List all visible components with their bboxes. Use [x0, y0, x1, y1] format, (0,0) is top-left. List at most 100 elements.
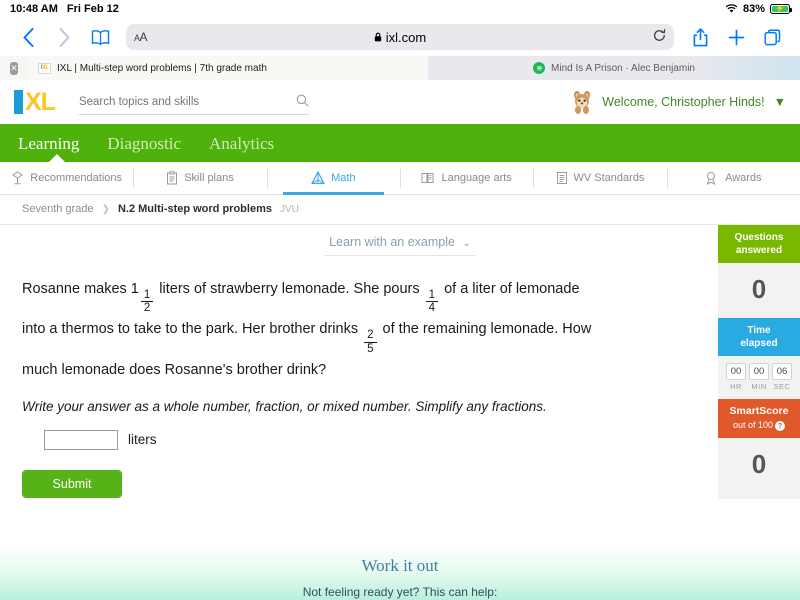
user-menu[interactable]: Welcome, Christopher Hinds! ▼ — [571, 90, 786, 114]
tab-wv-standards[interactable]: WV Standards — [533, 162, 666, 195]
tab-label: Language arts — [441, 172, 512, 184]
browser-tab-strip: ✕ I XL IXL | Multi-step word problems | 7… — [0, 56, 800, 80]
nav-item-analytics[interactable]: Analytics — [209, 134, 274, 162]
address-bar[interactable]: AA ixl.com — [126, 24, 674, 50]
tabs-overview-button[interactable] — [754, 22, 790, 52]
tab-awards[interactable]: Awards — [666, 162, 800, 195]
clipboard-icon — [167, 171, 178, 185]
questions-answered-value: 0 — [751, 274, 767, 304]
url-display: ixl.com — [126, 30, 674, 45]
new-tab-button[interactable] — [718, 22, 754, 52]
nav-item-diagnostic[interactable]: Diagnostic — [107, 134, 181, 162]
tab-label: Recommendations — [30, 172, 123, 184]
timer-minutes: 00 — [749, 363, 769, 380]
answer-row: liters — [0, 414, 800, 450]
learn-with-example-button[interactable]: Learn with an example ⌄ — [0, 225, 800, 256]
tab-label: Awards — [725, 172, 762, 184]
browser-tab-title: Mind Is A Prison · Alec Benjamin — [551, 62, 695, 74]
timer-seconds: 06 — [772, 363, 792, 380]
breadcrumb-skill: N.2 Multi-step word problems — [117, 203, 272, 215]
smartscore-subtitle: out of 100 — [732, 420, 774, 430]
tab-label: WV Standards — [573, 172, 645, 184]
time-elapsed-title-1: Time — [747, 325, 771, 336]
work-it-out-subtitle: Not feeling ready yet? This can help: — [302, 585, 498, 599]
ixl-favicon: I XL — [38, 62, 51, 74]
status-date: Fri Feb 12 — [66, 3, 119, 15]
smartscore-header: SmartScore out of 100? — [718, 399, 800, 438]
smartscore-subtitle-row: out of 100? — [720, 419, 798, 432]
main-nav: Learning Diagnostic Analytics — [0, 124, 800, 162]
share-button[interactable] — [682, 22, 718, 52]
wifi-icon — [725, 4, 738, 13]
search-input[interactable] — [78, 95, 296, 108]
ios-status-bar: 10:48 AM Fri Feb 12 83% ⚡ — [0, 0, 800, 18]
bookmarks-button[interactable] — [82, 22, 118, 52]
fraction-one-half: 12 — [140, 289, 154, 314]
status-time: 10:48 AM — [10, 3, 58, 15]
logo-i-bar — [14, 90, 23, 114]
logo-xl-text: XL — [25, 88, 56, 116]
lock-icon — [374, 32, 381, 42]
battery-percent: 83% — [742, 3, 765, 15]
smartscore-value: 0 — [751, 449, 767, 479]
time-elapsed-title-2: elapsed — [740, 338, 778, 349]
work-it-out-panel[interactable]: Work it out Not feeling ready yet? This … — [0, 542, 800, 600]
timer-labels: HR MIN SEC — [718, 382, 800, 399]
squirrel-avatar — [571, 90, 593, 114]
tab-language-arts[interactable]: Language arts — [399, 162, 533, 195]
tab-label: Skill plans — [184, 172, 234, 184]
main-content: Learn with an example ⌄ Rosanne makes 11… — [0, 224, 800, 600]
breadcrumb: Seventh grade ❯ N.2 Multi-step word prob… — [0, 195, 800, 223]
timer-hours-label: HR — [730, 382, 742, 391]
reload-button[interactable] — [653, 28, 666, 46]
fraction-two-fifths: 25 — [364, 329, 377, 355]
question-part-1: Rosanne makes 1 — [22, 281, 139, 297]
tab-recommendations[interactable]: Recommendations — [0, 162, 133, 195]
book-open-icon — [421, 173, 434, 183]
pyramid-icon — [311, 171, 325, 185]
site-header: XL Search topics and skills Welcome, Chr… — [0, 80, 800, 124]
back-button[interactable] — [10, 22, 46, 52]
tab-label: Math — [331, 172, 356, 184]
questions-answered-title-1: Questions — [734, 232, 784, 243]
questions-answered-title-2: answered — [735, 245, 783, 256]
search-container[interactable] — [78, 89, 309, 115]
score-panel: Questions answered 0 Time elapsed 00 00 … — [718, 225, 800, 499]
welcome-text: Welcome, Christopher Hinds! — [602, 95, 765, 109]
close-tab-button[interactable]: ✕ — [0, 56, 28, 80]
chevron-down-icon[interactable]: ▼ — [774, 95, 786, 109]
fraction-one-fourth: 14 — [425, 289, 439, 314]
tab-skill-plans[interactable]: Skill plans — [133, 162, 266, 195]
app-root: 10:48 AM Fri Feb 12 83% ⚡ AA ixl.com ✕ I… — [0, 0, 800, 600]
close-icon[interactable]: ✕ — [10, 61, 18, 75]
time-elapsed-header: Time elapsed — [718, 318, 800, 356]
question-part-2: liters of strawberry lemonade. She pours — [155, 281, 424, 297]
spotify-favicon — [533, 62, 546, 74]
ixl-logo[interactable]: XL — [14, 88, 56, 116]
search-icon[interactable] — [296, 94, 309, 110]
timer-minutes-label: MIN — [751, 382, 767, 391]
standards-icon — [556, 172, 567, 184]
battery-charging-icon: ⚡ — [770, 4, 792, 14]
question-mark-icon[interactable]: ? — [775, 421, 786, 431]
recommendations-icon — [12, 171, 24, 185]
browser-tab-title: IXL | Multi-step word problems | 7th gra… — [57, 62, 267, 74]
timer-seconds-label: SEC — [773, 382, 791, 391]
url-text: ixl.com — [385, 29, 427, 45]
subject-tabs: Recommendations Skill plans Math Languag… — [0, 162, 800, 195]
answer-instruction: Write your answer as a whole number, fra… — [22, 398, 547, 414]
submit-button[interactable]: Submit — [22, 469, 122, 498]
questions-answered-header: Questions answered — [718, 225, 800, 263]
browser-tab-spotify[interactable]: Mind Is A Prison · Alec Benjamin — [428, 56, 800, 80]
browser-tab-ixl[interactable]: I XL IXL | Multi-step word problems | 7th… — [28, 56, 428, 80]
timer-display: 00 00 06 — [718, 356, 800, 382]
tab-math[interactable]: Math — [266, 162, 400, 195]
chevron-down-icon: ⌄ — [462, 238, 471, 249]
forward-button[interactable] — [46, 22, 82, 52]
learn-with-example-label: Learn with an example — [329, 235, 455, 249]
work-it-out-title: Work it out — [361, 556, 439, 575]
breadcrumb-skill-code: JVU — [279, 203, 299, 215]
answer-unit-label: liters — [128, 432, 157, 448]
answer-input[interactable] — [44, 429, 118, 450]
breadcrumb-grade[interactable]: Seventh grade — [22, 203, 94, 215]
